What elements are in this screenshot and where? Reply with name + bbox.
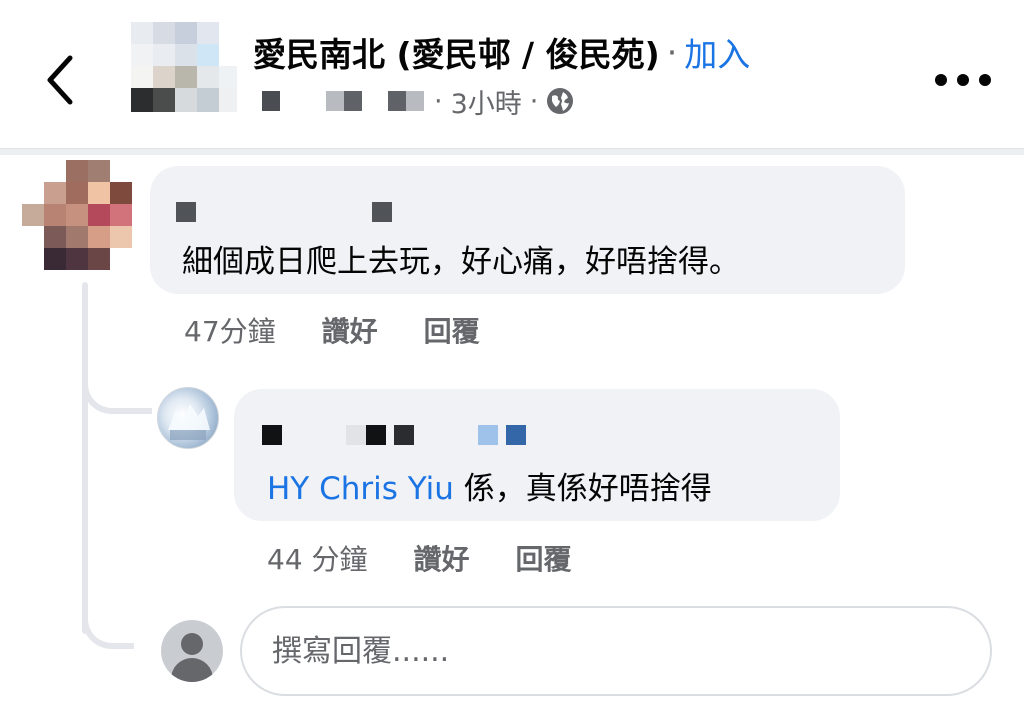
- reply-actions: 44 分鐘 讚好 回覆: [267, 538, 572, 578]
- meta-separator-2: ·: [529, 85, 539, 117]
- masked-reply-name[interactable]: [262, 425, 526, 445]
- comment-actions: 47分鐘 讚好 回覆: [184, 310, 480, 350]
- comment-time[interactable]: 47分鐘: [184, 310, 276, 350]
- reply-bubble: HY Chris Yiu 係，真係好唔捨得: [234, 389, 840, 521]
- reply-button[interactable]: 回覆: [424, 310, 480, 350]
- masked-commenter-name[interactable]: [176, 202, 392, 222]
- reply-time[interactable]: 44 分鐘: [267, 538, 368, 578]
- header-divider: [0, 148, 1024, 155]
- reply-commenter-avatar[interactable]: [157, 387, 219, 449]
- reply-input[interactable]: [240, 606, 992, 696]
- reply-text: HY Chris Yiu 係，真係好唔捨得: [267, 463, 712, 508]
- post-time[interactable]: 3小時: [451, 82, 522, 121]
- chevron-left-icon: [47, 55, 73, 105]
- join-group-button[interactable]: 加入: [684, 28, 750, 76]
- thread-line: [82, 282, 88, 634]
- title-separator: ·: [666, 32, 678, 72]
- user-avatar: [161, 620, 223, 682]
- thread-connector: [82, 605, 134, 649]
- back-button[interactable]: [38, 52, 86, 108]
- like-button[interactable]: 讚好: [414, 538, 470, 578]
- masked-author: [262, 91, 280, 111]
- comment-bubble: 細個成日爬上去玩，好心痛，好唔捨得。: [150, 166, 905, 294]
- reply-body: 係，真係好唔捨得: [453, 471, 712, 507]
- group-name[interactable]: 愛民南北 (愛民邨 / 俊民苑): [253, 28, 660, 76]
- mention-link[interactable]: HY Chris Yiu: [267, 471, 454, 507]
- comment-text: 細個成日爬上去玩，好心痛，好唔捨得。: [182, 244, 740, 280]
- post-meta: · 3小時 ·: [262, 82, 574, 121]
- more-horizontal-icon: [935, 74, 947, 86]
- group-avatar[interactable]: [131, 22, 237, 112]
- globe-icon: [547, 88, 574, 114]
- commenter-avatar[interactable]: [22, 160, 132, 270]
- meta-separator: ·: [434, 85, 443, 117]
- like-button[interactable]: 讚好: [322, 310, 378, 350]
- thread-connector: [82, 370, 152, 414]
- post-header-title: 愛民南北 (愛民邨 / 俊民苑) · 加入: [253, 28, 750, 76]
- reply-button[interactable]: 回覆: [516, 538, 572, 578]
- more-options-button[interactable]: [935, 72, 991, 88]
